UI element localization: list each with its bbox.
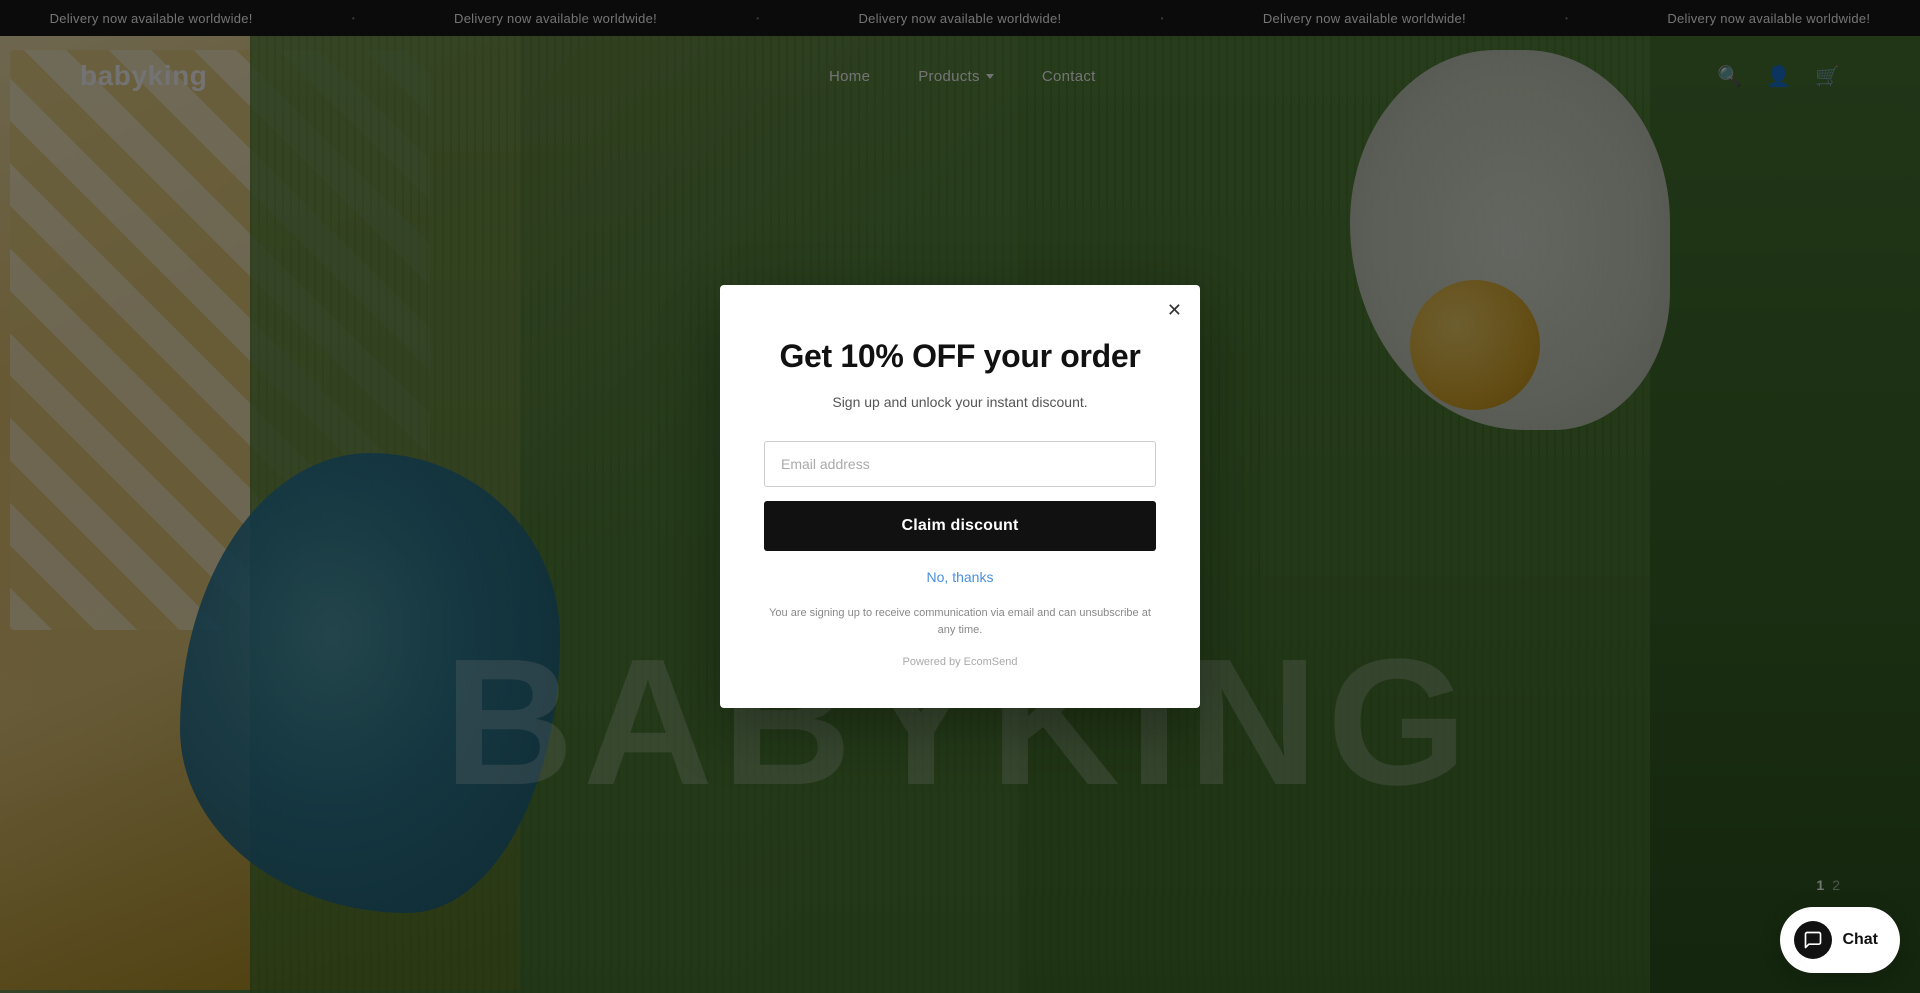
modal-overlay[interactable]: ✕ Get 10% OFF your order Sign up and unl… [0, 0, 1920, 993]
discount-modal: ✕ Get 10% OFF your order Sign up and unl… [720, 285, 1200, 708]
modal-title: Get 10% OFF your order [764, 337, 1156, 375]
chat-label: Chat [1842, 931, 1878, 949]
chat-widget[interactable]: Chat [1780, 907, 1900, 973]
modal-close-button[interactable]: ✕ [1167, 301, 1182, 319]
chat-icon [1794, 921, 1832, 959]
modal-legal-text: You are signing up to receive communicat… [764, 605, 1156, 640]
modal-powered-text: Powered by EcomSend [764, 656, 1156, 668]
claim-discount-button[interactable]: Claim discount [764, 501, 1156, 551]
email-input[interactable] [764, 441, 1156, 487]
modal-subtitle: Sign up and unlock your instant discount… [764, 392, 1156, 413]
no-thanks-link[interactable]: No, thanks [764, 569, 1156, 585]
